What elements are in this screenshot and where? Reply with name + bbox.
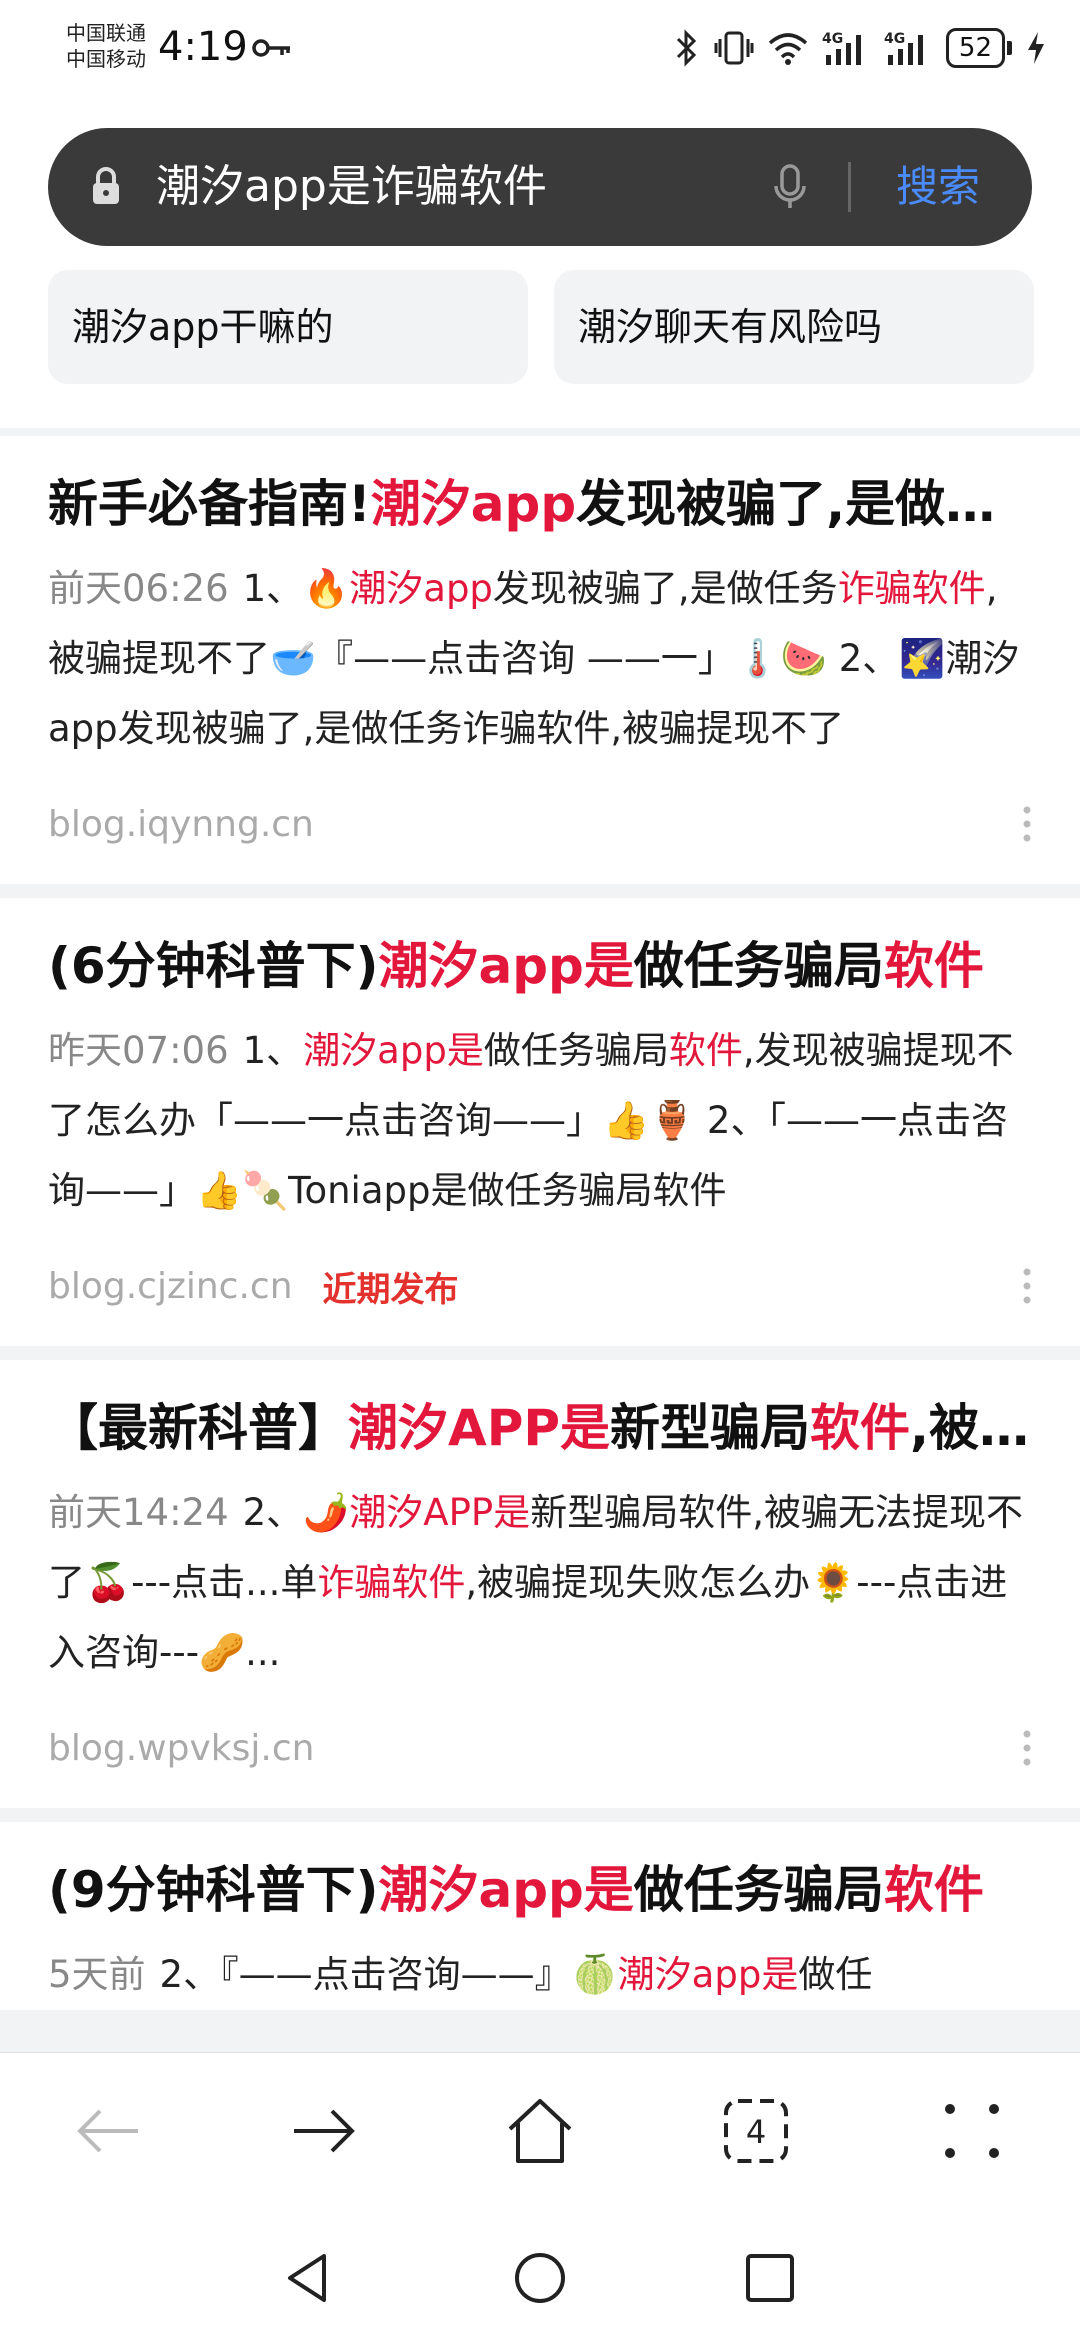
result-date: 前天14:24 xyxy=(48,1491,229,1534)
signal-icon-2: 4G xyxy=(884,31,923,65)
forward-arrow-icon[interactable] xyxy=(284,2091,364,2171)
result-source[interactable]: blog.wpvksj.cn xyxy=(48,1728,314,1769)
title-part: ,被骗无法提现 xyxy=(910,1399,1032,1457)
more-options-icon[interactable] xyxy=(1022,804,1032,844)
bluetooth-icon xyxy=(676,29,697,67)
result-footer: blog.wpvksj.cn xyxy=(48,1688,1032,1808)
search-area: 潮汐app是诈骗软件 搜索 潮汐app干嘛的 潮汐聊天有风险吗 xyxy=(0,110,1080,428)
title-part: (6分钟科普下) xyxy=(48,937,379,995)
result-title[interactable]: 新手必备指南!潮汐app发现被骗了,是做任务诈骗软件 xyxy=(48,474,1032,534)
result-date: 5天前 xyxy=(48,1953,146,1996)
result-title[interactable]: (9分钟科普下)潮汐app是做任务骗局软件 xyxy=(48,1860,1032,1920)
result-snippet: 前天14:24 2、🌶️潮汐APP是新型骗局软件,被骗无法提现不了🍒---点击..… xyxy=(48,1478,1032,1688)
snippet-highlight: 诈骗软件 xyxy=(317,1561,466,1604)
result-date: 前天06:26 xyxy=(48,567,229,610)
browser-toolbar: 4 xyxy=(0,2052,1080,2203)
vibrate-icon xyxy=(714,31,754,65)
battery-tip xyxy=(1007,41,1012,55)
snippet-highlight: 潮汐app是 xyxy=(303,1029,484,1072)
network-1: 4G xyxy=(822,31,843,47)
snippet-highlight: 诈骗软件 xyxy=(837,567,986,610)
title-part: 新手必备指南! xyxy=(48,475,371,533)
status-bar: 中国联通 中国移动 4:19 4G 4G 52 xyxy=(0,0,1080,110)
results-list: 新手必备指南!潮汐app发现被骗了,是做任务诈骗软件 前天06:261、🔥潮汐a… xyxy=(0,436,1080,2024)
title-highlight: 潮汐APP是 xyxy=(348,1399,610,1457)
lock-icon xyxy=(93,167,119,204)
search-divider xyxy=(848,162,851,212)
clock: 4:19 xyxy=(158,24,248,70)
search-button[interactable]: 搜索 xyxy=(896,128,980,246)
result-card[interactable]: 【最新科普】潮汐APP是新型骗局软件,被骗无法提现 前天14:242、🌶️潮汐A… xyxy=(0,1360,1080,1808)
result-card[interactable]: (9分钟科普下)潮汐app是做任务骗局软件 5天前 2、『——点击咨询——』🍈潮汐… xyxy=(0,1822,1080,2010)
result-snippet: 5天前 2、『——点击咨询——』🍈潮汐app是做任 xyxy=(48,1940,1032,2010)
snippet-highlight: 潮汐app xyxy=(349,567,493,610)
system-back-icon[interactable] xyxy=(280,2250,336,2306)
snippet-part: 1、🔥 xyxy=(242,567,350,610)
result-footer: blog.cjzinc.cn 近期发布 xyxy=(48,1226,1032,1346)
snippet-part: 1、 xyxy=(242,1029,304,1072)
snippet-part: 2、『——点击咨询——』🍈 xyxy=(159,1953,618,1996)
system-recents-icon[interactable] xyxy=(742,2250,798,2306)
title-part: 发现被骗了,是做任务诈骗软件 xyxy=(576,475,1032,533)
suggestion-chip[interactable]: 潮汐app干嘛的 xyxy=(48,270,528,384)
result-date: 昨天07:06 xyxy=(48,1029,229,1072)
result-footer: blog.iqynng.cn xyxy=(48,764,1032,884)
key-icon xyxy=(252,39,290,57)
system-home-icon[interactable] xyxy=(512,2250,568,2306)
tab-count: 4 xyxy=(746,2113,766,2151)
snippet-highlight: 潮汐APP是 xyxy=(349,1491,531,1534)
tabs-icon[interactable]: 4 xyxy=(716,2091,796,2171)
title-highlight: 软件 xyxy=(810,1399,910,1457)
result-source[interactable]: blog.cjzinc.cn xyxy=(48,1266,293,1307)
system-nav-bar xyxy=(0,2202,1080,2340)
snippet-highlight: 潮汐app是 xyxy=(617,1953,799,1996)
recent-badge: 近期发布 xyxy=(322,1269,459,1310)
result-title[interactable]: 【最新科普】潮汐APP是新型骗局软件,被骗无法提现 xyxy=(48,1398,1032,1458)
result-snippet: 前天06:26 1、🔥潮汐app发现被骗了,是做任务诈骗软件,被骗提现不了🥣『——… xyxy=(48,554,1032,764)
title-part: 做任务骗局 xyxy=(633,1861,884,1919)
title-highlight: 潮汐app是 xyxy=(378,937,634,995)
result-source[interactable]: blog.iqynng.cn xyxy=(48,804,314,845)
microphone-icon[interactable] xyxy=(770,162,810,212)
battery-level: 52 xyxy=(945,28,1005,68)
more-options-icon[interactable] xyxy=(1022,1266,1032,1306)
result-title[interactable]: (6分钟科普下)潮汐app是做任务骗局软件 xyxy=(48,936,1032,996)
carrier-2: 中国移动 xyxy=(66,47,146,71)
title-highlight: 软件 xyxy=(883,1861,984,1919)
result-snippet: 昨天07:06 1、潮汐app是做任务骗局软件,发现被骗提现不了怎么办「——一点击… xyxy=(48,1016,1032,1226)
battery-indicator: 52 xyxy=(945,28,1012,68)
snippet-part: 做任 xyxy=(798,1953,873,1996)
snippet-part: 2、🌶️ xyxy=(242,1491,350,1534)
carrier-1: 中国联通 xyxy=(66,21,146,45)
carrier-labels: 中国联通 中国移动 xyxy=(66,20,146,72)
snippet-highlight: 软件 xyxy=(668,1029,743,1072)
home-icon[interactable] xyxy=(500,2091,580,2171)
title-part: (9分钟科普下) xyxy=(48,1861,379,1919)
title-highlight: 潮汐app是 xyxy=(378,1861,634,1919)
title-highlight: 潮汐app xyxy=(370,475,577,533)
result-card[interactable]: (6分钟科普下)潮汐app是做任务骗局软件 昨天07:06 1、潮汐app是做任务… xyxy=(0,898,1080,1346)
snippet-part: 发现被骗了,是做任务 xyxy=(492,567,838,610)
wifi-icon xyxy=(768,33,808,65)
title-part: 【最新科普】 xyxy=(48,1399,348,1457)
more-options-icon[interactable] xyxy=(1022,1728,1032,1768)
menu-icon[interactable] xyxy=(932,2091,1012,2171)
search-input[interactable]: 潮汐app是诈骗软件 xyxy=(156,128,547,246)
suggestion-chip[interactable]: 潮汐聊天有风险吗 xyxy=(554,270,1034,384)
charging-icon xyxy=(1028,32,1044,64)
status-icons: 4G 4G 52 xyxy=(674,28,1046,68)
back-arrow-icon[interactable] xyxy=(68,2091,148,2171)
snippet-part: 做任务骗局 xyxy=(483,1029,669,1072)
result-card[interactable]: 新手必备指南!潮汐app发现被骗了,是做任务诈骗软件 前天06:261、🔥潮汐a… xyxy=(0,436,1080,884)
network-2: 4G xyxy=(884,31,905,47)
title-highlight: 软件 xyxy=(883,937,984,995)
signal-icon-1: 4G xyxy=(822,31,861,65)
title-part: 新型骗局 xyxy=(610,1399,810,1457)
search-bar[interactable]: 潮汐app是诈骗软件 搜索 xyxy=(48,128,1032,246)
title-part: 做任务骗局 xyxy=(633,937,884,995)
